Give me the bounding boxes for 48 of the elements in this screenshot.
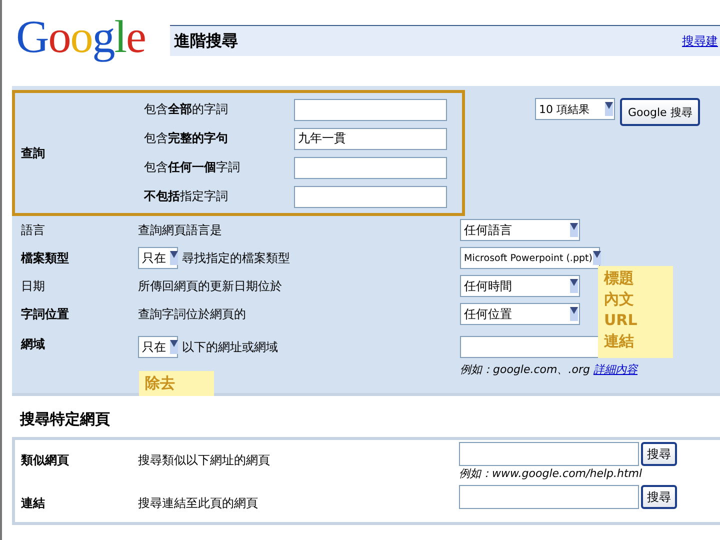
row-description: 查詢網頁語言是: [138, 222, 222, 238]
mode-select[interactable]: 只在: [138, 336, 178, 358]
row-label: 網域: [20, 336, 46, 353]
option-select[interactable]: 任何語言: [460, 219, 580, 241]
search-button[interactable]: Google 搜尋: [620, 98, 700, 126]
input-field[interactable]: 九年一貫: [294, 128, 447, 150]
details-link[interactable]: 詳細內容: [593, 363, 638, 376]
input-field[interactable]: [294, 186, 447, 208]
row-description: 以下的網址或網域: [182, 338, 278, 356]
input-field[interactable]: [460, 336, 600, 358]
example-hint: 例如：google.com、.org: [460, 363, 590, 376]
search-button[interactable]: 搜尋: [641, 485, 677, 509]
option-select[interactable]: Microsoft Powerpoint (.ppt): [460, 247, 600, 269]
page-title: 進階搜尋: [174, 30, 238, 52]
annotation-text: 標題: [604, 268, 635, 289]
field-label: 包含任何一個字詞: [144, 159, 241, 176]
section-label: 查詢: [20, 144, 46, 162]
row-description: 尋找指定的檔案類型: [182, 250, 290, 266]
row-description: 搜尋類似以下網址的網頁: [138, 452, 271, 469]
row-label: 連結: [20, 495, 46, 512]
row-label: 日期: [20, 278, 46, 294]
option-select[interactable]: 任何位置: [460, 303, 580, 325]
row-description: 所傳回網頁的更新日期位於: [138, 278, 282, 294]
search-button[interactable]: 搜尋: [641, 442, 677, 466]
row-label: 檔案類型: [20, 250, 70, 266]
annotation-text: 連結: [604, 331, 635, 352]
results-select[interactable]: 10 項結果: [535, 98, 615, 120]
input-field[interactable]: [294, 98, 447, 120]
field-label: 包含完整的字句: [144, 130, 229, 147]
row-description: 查詢字詞位於網頁的: [138, 306, 246, 322]
annotation-text: URL: [604, 310, 638, 331]
field-label: 包含全部的字詞: [144, 101, 229, 118]
mode-select[interactable]: 只在: [138, 247, 178, 269]
row-description: 搜尋連結至此頁的網頁: [138, 495, 259, 512]
example-hint: 例如：www.google.com/help.html: [459, 466, 644, 481]
section-title: 搜尋特定網頁: [20, 410, 111, 429]
tips-link[interactable]: 搜尋建: [682, 32, 718, 50]
input-field[interactable]: [459, 485, 639, 509]
input-field[interactable]: [294, 156, 447, 178]
row-label: 類似網頁: [20, 452, 70, 469]
logo: Google: [16, 12, 146, 63]
annotation-text: 內文: [604, 289, 635, 310]
input-field[interactable]: [459, 442, 639, 466]
field-label: 不包括指定字詞: [144, 188, 229, 205]
row-label: 語言: [20, 222, 46, 238]
row-label: 字詞位置: [20, 306, 70, 322]
annotation-text: 除去: [145, 373, 176, 394]
option-select[interactable]: 任何時間: [460, 275, 580, 297]
